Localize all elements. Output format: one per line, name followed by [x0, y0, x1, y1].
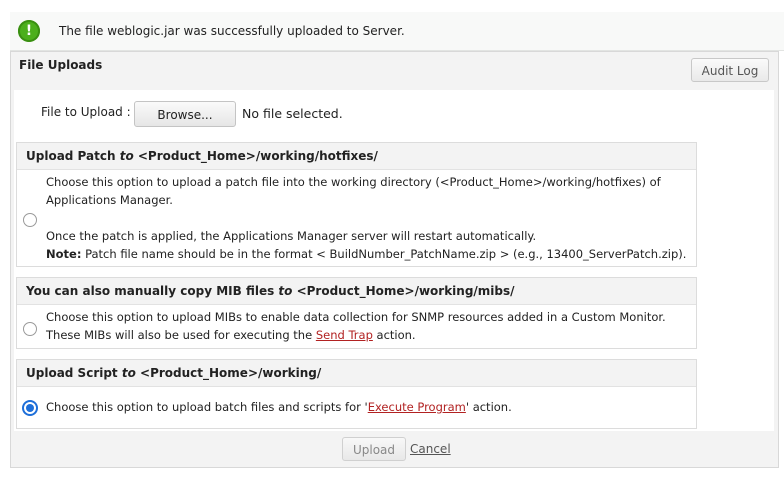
- upload-button[interactable]: Upload: [342, 437, 406, 461]
- upload-patch-description: Choose this option to upload a patch fil…: [46, 175, 687, 261]
- upload-patch-heading: Upload Patch to <Product_Home>/working/h…: [17, 143, 696, 170]
- upload-mibs-heading: You can also manually copy MIB files to …: [17, 278, 696, 305]
- upload-script-option: Upload Script to <Product_Home>/working/…: [16, 359, 697, 429]
- upload-script-description: Choose this option to upload batch files…: [46, 400, 512, 414]
- upload-patch-radio[interactable]: [23, 213, 37, 227]
- execute-program-link[interactable]: Execute Program: [368, 400, 466, 414]
- upload-script-radio[interactable]: [23, 401, 37, 415]
- file-to-upload-label: File to Upload :: [41, 105, 131, 119]
- cancel-link[interactable]: Cancel: [410, 442, 451, 456]
- file-uploads-panel: File Uploads Audit Log File to Upload : …: [10, 51, 779, 468]
- upload-patch-option: Upload Patch to <Product_Home>/working/h…: [16, 142, 697, 267]
- upload-mibs-description: Choose this option to upload MIBs to ena…: [46, 310, 666, 342]
- note-label: Note:: [46, 247, 82, 261]
- panel-title: File Uploads: [19, 58, 103, 72]
- browse-button[interactable]: Browse...: [134, 101, 236, 127]
- upload-mibs-option: You can also manually copy MIB files to …: [16, 277, 697, 349]
- success-message-bar: ! The file weblogic.jar was successfully…: [10, 12, 784, 51]
- success-exclamation-icon: !: [18, 20, 40, 42]
- success-message-text: The file weblogic.jar was successfully u…: [59, 24, 405, 38]
- upload-script-heading: Upload Script to <Product_Home>/working/: [17, 360, 696, 387]
- send-trap-link[interactable]: Send Trap: [316, 328, 373, 342]
- audit-log-button[interactable]: Audit Log: [691, 58, 769, 82]
- upload-mibs-radio[interactable]: [23, 322, 37, 336]
- panel-body: File to Upload : Browse... No file selec…: [14, 90, 774, 431]
- file-status-text: No file selected.: [242, 106, 343, 121]
